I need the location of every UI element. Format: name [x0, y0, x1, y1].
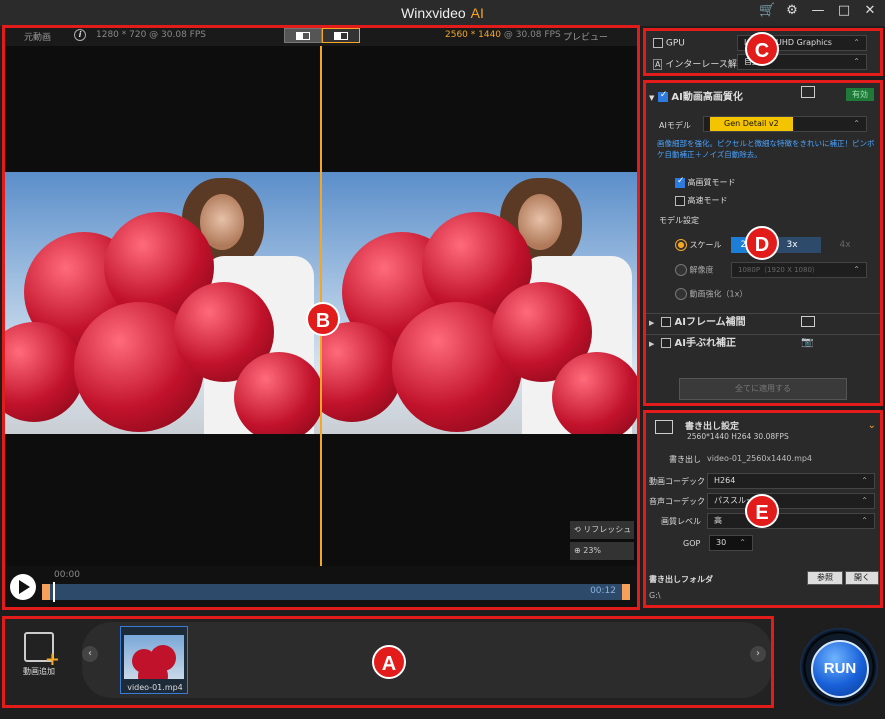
trim-start-handle[interactable] [42, 584, 50, 600]
timeline-track[interactable]: 00:12 [42, 582, 630, 602]
output-resolution: 2560 * 1440 @ 30.08 FPS [445, 30, 561, 40]
preview-header: 元動画 i 1280 * 720 @ 30.08 FPS 2560 * 1440… [4, 26, 638, 46]
gear-icon[interactable]: ⚙ [785, 3, 799, 18]
refresh-button[interactable]: ⟲ リフレッシュ [570, 521, 634, 539]
ai-enhance-checkbox[interactable] [657, 90, 668, 102]
time-start: 00:00 [54, 570, 80, 580]
add-video-icon [24, 632, 60, 670]
minimize-icon[interactable]: — [811, 3, 825, 18]
scale-radio[interactable] [675, 239, 687, 251]
open-folder-button[interactable]: 開く [845, 571, 879, 585]
export-settings-icon [655, 420, 673, 434]
file-thumbnail[interactable]: video-01.mp4 [120, 626, 188, 694]
badge-b: B [306, 302, 340, 336]
original-label: 元動画 [24, 33, 52, 43]
camera-icon: 📷 [801, 337, 814, 348]
timeline: 00:00 00:12 [4, 566, 638, 608]
time-end: 00:12 [590, 586, 616, 596]
frame-interp-icon [801, 316, 815, 327]
video-codec-select[interactable]: H264 [707, 473, 875, 489]
badge-e: E [745, 494, 779, 528]
playhead[interactable] [53, 582, 55, 602]
badge-c: C [745, 32, 779, 66]
folder-path: G:\ [649, 591, 661, 600]
apply-all-button[interactable]: 全てに適用する [679, 378, 847, 400]
browse-button[interactable]: 参照 [807, 571, 843, 585]
cart-icon[interactable]: 🛒 [759, 3, 775, 18]
model-description: 画像細部を強化。ピクセルと微細な特徴をきれいに補正！ピンボケ自動補正＋ノイズ自動… [657, 139, 875, 159]
upscale-icon [801, 86, 815, 98]
quality-select[interactable]: 高 [707, 513, 875, 529]
frame-interp-section[interactable]: ▶ AIフレーム補間 [645, 313, 882, 331]
app-title: Winxvideo AI [401, 5, 484, 21]
preview-label: プレビュー [562, 33, 608, 43]
deinterlace-icon: A [653, 59, 663, 70]
audio-codec-select[interactable]: パススルー [707, 493, 875, 509]
title-bar: Winxvideo AI 🛒 ⚙ — □ ✕ [0, 0, 885, 26]
badge-d: D [745, 226, 779, 260]
ai-model-select[interactable]: Gen Detail v2 [703, 116, 867, 132]
output-filename: video-01_2560x1440.mp4 [707, 454, 813, 463]
original-frame [4, 172, 320, 434]
maximize-icon[interactable]: □ [837, 3, 851, 18]
gpu-checkbox[interactable] [653, 38, 663, 48]
gop-input[interactable]: 30 [709, 535, 753, 551]
info-icon[interactable]: i [74, 29, 86, 41]
trim-end-handle[interactable] [622, 584, 630, 600]
original-resolution: 1280 * 720 @ 30.08 FPS [96, 30, 206, 40]
run-button[interactable]: RUN [811, 640, 869, 698]
side-by-side-button[interactable] [322, 28, 360, 43]
add-video-button[interactable]: 動画追加 [14, 632, 64, 677]
stabilize-section[interactable]: ▶ AI手ぶれ補正 [645, 334, 882, 352]
badge-a: A [372, 645, 406, 679]
hq-mode-checkbox[interactable] [675, 176, 685, 188]
scroll-right-button[interactable]: › [750, 646, 766, 662]
enhance-radio[interactable] [675, 288, 687, 300]
zoom-indicator[interactable]: ⊕ 23% [570, 542, 634, 560]
close-icon[interactable]: ✕ [863, 3, 877, 18]
expand-icon[interactable]: ⌄ [868, 420, 876, 431]
resolution-radio[interactable] [675, 264, 687, 276]
scale-4x[interactable]: 4x [825, 237, 865, 253]
play-button[interactable] [10, 574, 36, 600]
app-window: Winxvideo AI 🛒 ⚙ — □ ✕ 元動画 i 1280 * 720 @… [0, 0, 885, 719]
resolution-select[interactable]: 1080P（1920 X 1080） [731, 262, 867, 278]
view-toggle[interactable] [284, 28, 360, 43]
enhanced-frame [322, 172, 638, 434]
split-view-button[interactable] [284, 28, 322, 43]
fast-mode-checkbox[interactable] [675, 195, 685, 206]
scroll-left-button[interactable]: ‹ [82, 646, 98, 662]
file-name: video-01.mp4 [127, 683, 183, 692]
status-badge: 有効 [846, 88, 874, 101]
